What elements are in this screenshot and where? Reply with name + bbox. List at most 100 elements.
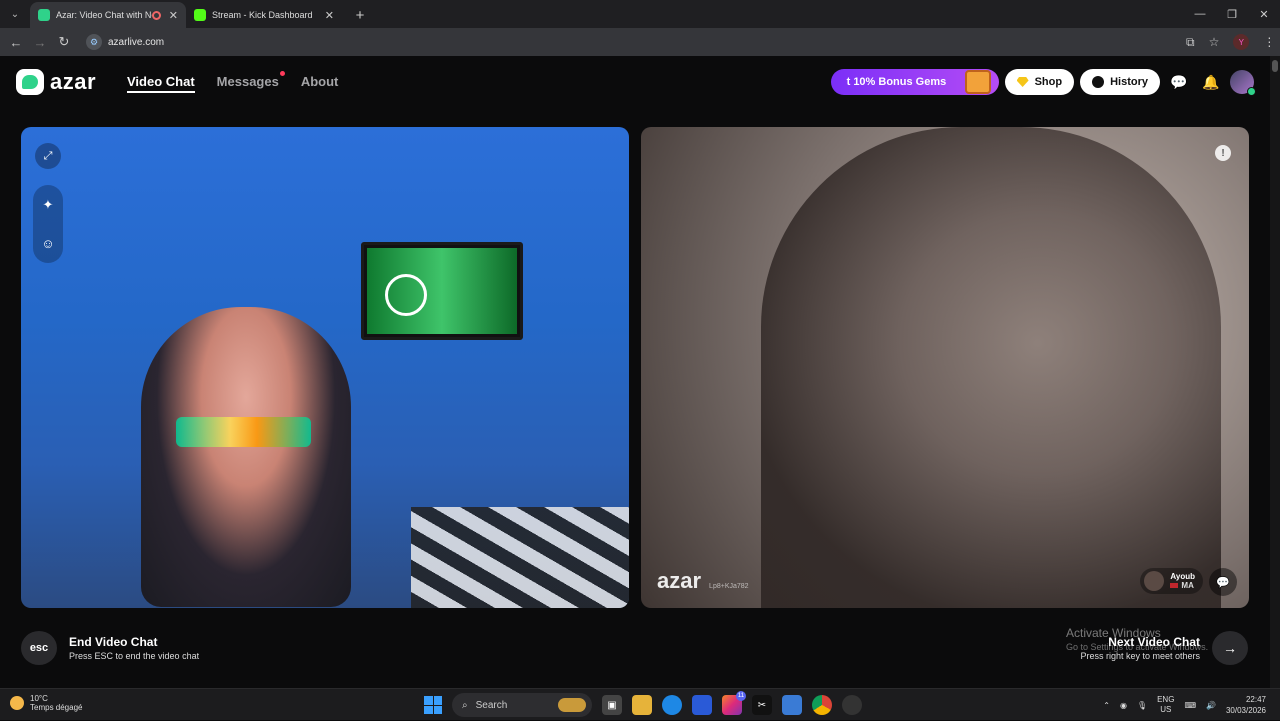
- app-header: azar Video Chat Messages About t 10% Bon…: [0, 56, 1280, 108]
- self-video-person: [141, 307, 351, 607]
- nav-about[interactable]: About: [301, 74, 339, 89]
- page-scrollbar[interactable]: [1270, 56, 1280, 688]
- weather-temp: 10°C: [30, 694, 48, 703]
- tab-azar[interactable]: Azar: Video Chat with New ✕: [30, 2, 186, 28]
- windows-start-icon[interactable]: [424, 696, 442, 714]
- report-icon[interactable]: !: [1215, 145, 1231, 161]
- kick-favicon-icon: [194, 9, 206, 21]
- browser-tab-bar: ⌄ Azar: Video Chat with New ✕ Stream - K…: [0, 0, 1280, 28]
- recording-icon: [151, 10, 161, 20]
- clock-icon: [1092, 76, 1105, 88]
- shop-button[interactable]: Shop: [1004, 69, 1075, 95]
- tray-app-icon[interactable]: ◉: [1120, 701, 1127, 710]
- user-avatar[interactable]: [1230, 70, 1256, 96]
- tab-kick[interactable]: Stream - Kick Dashboard ✕: [186, 2, 342, 28]
- logo-text: azar: [50, 69, 97, 94]
- history-label: History: [1110, 76, 1148, 88]
- store-icon[interactable]: [692, 695, 712, 715]
- nav-messages-label: Messages: [216, 74, 279, 89]
- azar-favicon-icon: [38, 9, 50, 21]
- close-window-icon[interactable]: ✕: [1248, 0, 1280, 28]
- new-tab-button[interactable]: +: [348, 3, 372, 27]
- forward-icon[interactable]: →: [28, 35, 52, 50]
- bonus-gems-button[interactable]: t 10% Bonus Gems: [830, 69, 999, 95]
- maximize-icon[interactable]: ❐: [1216, 0, 1248, 28]
- gem-icon: [1016, 77, 1029, 87]
- end-chat-esc-button[interactable]: esc: [21, 631, 57, 665]
- address-bar: ← → ↻ ⚙ azarlive.com ⧉ ☆ Y ⋮: [0, 28, 1280, 56]
- online-status-icon: [1247, 87, 1256, 96]
- azar-logo-icon: [16, 69, 44, 95]
- partner-profile-chip[interactable]: Ayoub MA: [1140, 568, 1203, 594]
- lang-bottom: US: [1160, 705, 1172, 714]
- bell-icon[interactable]: 🔔: [1198, 69, 1224, 95]
- face-filter-icon[interactable]: ☺: [37, 233, 59, 255]
- profile-avatar[interactable]: Y: [1233, 34, 1250, 50]
- close-tab-icon[interactable]: ✕: [169, 9, 178, 22]
- windows-taskbar: 10°C Temps dégagé ⌕ Search ▣ 11 ✂ ⌃ ◉ 🎙 …: [0, 688, 1280, 720]
- tray-chevron-icon[interactable]: ⌃: [1103, 701, 1110, 710]
- self-video-panel: ⤢ ✦ ☺: [21, 127, 629, 608]
- tab-search-icon[interactable]: ⌄: [4, 3, 26, 25]
- browser-menu-icon[interactable]: ⋮: [1263, 35, 1275, 49]
- clock-date: 30/03/2026: [1225, 706, 1266, 715]
- url-input[interactable]: ⚙ azarlive.com: [86, 31, 1166, 53]
- next-video-chat-hint: Press right key to meet others: [1080, 651, 1200, 661]
- bookmark-star-icon[interactable]: ☆: [1209, 35, 1220, 49]
- capcut-icon[interactable]: ✂: [752, 695, 772, 715]
- treasure-chest-icon: [964, 70, 991, 94]
- partner-country: MA: [1181, 581, 1194, 590]
- magic-wand-icon[interactable]: ✦: [37, 194, 59, 216]
- next-chat-arrow-button[interactable]: →: [1212, 631, 1248, 665]
- partner-avatar: [1144, 571, 1165, 591]
- task-view-icon[interactable]: ▣: [602, 695, 622, 715]
- nav-video-chat[interactable]: Video Chat: [127, 74, 195, 93]
- azar-logo[interactable]: azar: [16, 69, 96, 95]
- reload-icon[interactable]: ↻: [52, 34, 76, 50]
- background-tv: [361, 242, 523, 340]
- search-label: Search: [475, 699, 508, 711]
- expand-icon[interactable]: ⤢: [35, 143, 61, 169]
- language-indicator[interactable]: ENG US: [1157, 695, 1174, 715]
- moon-icon: [10, 696, 24, 710]
- site-info-icon[interactable]: ⚙: [86, 34, 102, 50]
- edge-icon[interactable]: [662, 695, 682, 715]
- partner-name: Ayoub: [1170, 572, 1195, 581]
- main-nav: Video Chat Messages About: [127, 71, 339, 93]
- system-tray: ⌃ ◉ 🎙 ENG US ⌨ 🔊 22:47 30/03/2026: [1103, 689, 1280, 721]
- weather-desc: Temps dégagé: [30, 703, 83, 712]
- install-app-icon[interactable]: ⧉: [1186, 35, 1195, 50]
- instagram-icon[interactable]: 11: [722, 691, 746, 715]
- next-video-chat-title: Next Video Chat: [1108, 635, 1200, 649]
- history-button[interactable]: History: [1080, 69, 1160, 95]
- video-tools: ✦ ☺: [33, 185, 63, 263]
- weather-widget[interactable]: 10°C Temps dégagé: [10, 694, 82, 712]
- chat-bubble-icon[interactable]: 💬: [1166, 69, 1192, 95]
- back-icon[interactable]: ←: [4, 35, 28, 50]
- shop-label: Shop: [1034, 76, 1063, 88]
- nav-messages[interactable]: Messages: [216, 71, 285, 89]
- instagram-badge: 11: [736, 691, 746, 701]
- minimize-icon[interactable]: —: [1184, 0, 1216, 28]
- system-clock[interactable]: 22:47 30/03/2026: [1226, 694, 1266, 716]
- background-bed: [411, 507, 629, 608]
- microphone-icon[interactable]: 🎙: [1137, 701, 1147, 710]
- obs-icon[interactable]: [842, 695, 862, 715]
- taskbar-search[interactable]: ⌕ Search: [452, 693, 592, 717]
- watermark-text: azar: [657, 568, 702, 593]
- azar-watermark: azar Lp8+KJa782: [657, 568, 749, 594]
- flag-icon: [1170, 583, 1179, 588]
- chat-icon[interactable]: 💬: [1209, 568, 1237, 596]
- volume-icon[interactable]: 🔊: [1206, 701, 1216, 710]
- file-explorer-icon[interactable]: [632, 695, 652, 715]
- chrome-icon[interactable]: [812, 695, 832, 715]
- network-icon[interactable]: ⌨: [1184, 701, 1196, 710]
- sunglasses: [176, 417, 311, 447]
- unread-dot: [279, 71, 285, 76]
- close-tab-icon[interactable]: ✕: [325, 9, 334, 22]
- window-controls: — ❐ ✕: [1184, 0, 1280, 28]
- photos-icon[interactable]: [782, 695, 802, 715]
- end-video-chat-hint: Press ESC to end the video chat: [69, 651, 200, 661]
- search-icon: ⌕: [462, 699, 468, 711]
- tab-title: Azar: Video Chat with New: [56, 10, 152, 20]
